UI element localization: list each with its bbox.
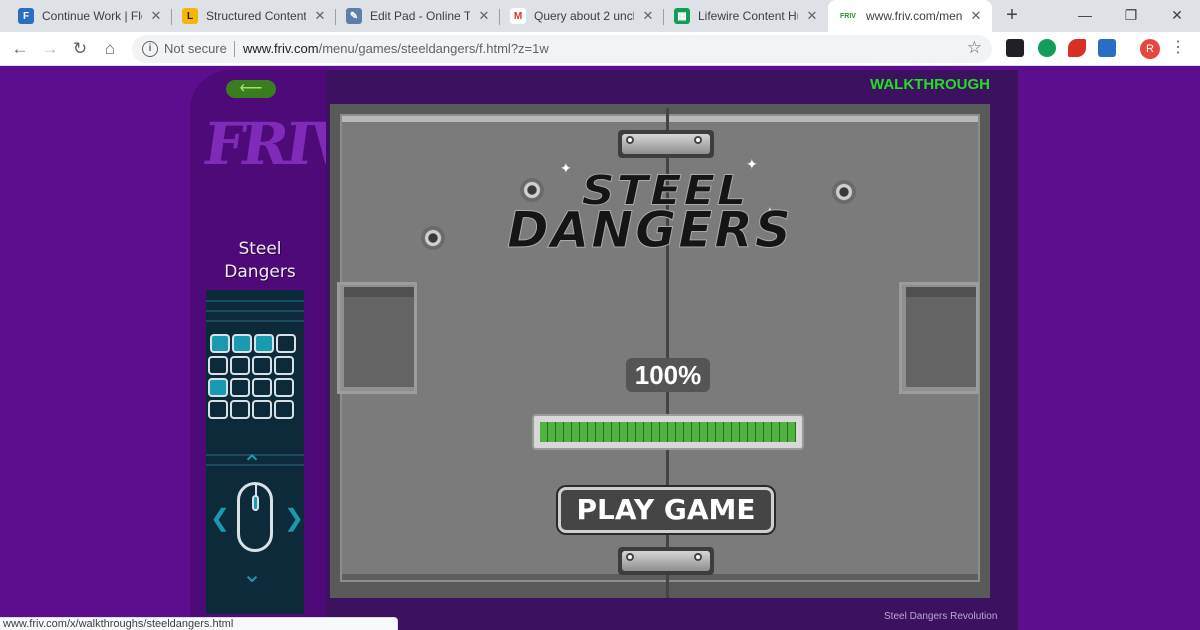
arrow-left-icon: ❮ — [210, 505, 231, 532]
profile-avatar[interactable]: R — [1140, 39, 1160, 59]
chrome-menu-icon[interactable]: ⋮ — [1168, 37, 1188, 61]
url-path: /menu/games/steeldangers/f.html?z=1w — [318, 41, 549, 56]
keyboard-icon — [208, 334, 302, 422]
minimize-button[interactable]: — — [1062, 0, 1108, 32]
forward-button[interactable]: → — [38, 37, 62, 61]
play-game-button[interactable]: PLAY GAME — [558, 487, 774, 533]
tab-title: Lifewire Content Hul — [698, 9, 798, 23]
left-window — [337, 282, 417, 394]
status-bar-url: www.friv.com/x/walkthroughs/steeldangers… — [0, 617, 398, 630]
game-footer-label: Steel Dangers Revolution — [884, 611, 998, 622]
metal-plate-bottom — [618, 547, 714, 575]
game-title-line2: DANGERS — [507, 201, 793, 259]
close-icon[interactable]: ✕ — [640, 8, 656, 24]
close-icon[interactable]: ✕ — [148, 8, 164, 24]
arrow-down-icon: ⌄ — [242, 561, 263, 588]
back-arrow-icon[interactable]: ⟵ — [226, 80, 276, 98]
omnibox-divider — [234, 41, 235, 57]
pepper-extension-icon[interactable] — [1068, 39, 1086, 57]
lifewire-icon: L — [182, 8, 198, 24]
tab-title: Structured Content E — [206, 9, 306, 23]
metal-plate-top — [618, 130, 714, 158]
tab-title: Edit Pad - Online Tex — [370, 9, 470, 23]
tab-title: www.friv.com/menu/ — [866, 9, 962, 23]
security-label[interactable]: Not secure — [164, 41, 227, 56]
game-title: STEEL DANGERS — [500, 169, 840, 256]
close-icon[interactable]: ✕ — [968, 8, 984, 24]
flowwriter-extension-icon[interactable] — [1098, 39, 1116, 57]
tab-friv-active[interactable]: FRIV www.friv.com/menu/ ✕ — [828, 0, 992, 32]
tab-gmail[interactable]: M Query about 2 uncla ✕ — [500, 0, 664, 32]
game-name-line2: Dangers — [224, 262, 296, 282]
bookmark-star-icon[interactable]: ☆ — [967, 38, 982, 58]
loading-percent: 100% — [626, 358, 710, 392]
address-bar[interactable]: i Not secure www.friv.com/menu/games/ste… — [132, 35, 992, 63]
mouse-icon — [237, 482, 273, 552]
window-close-button[interactable]: ✕ — [1154, 0, 1200, 32]
editpad-icon: ✎ — [346, 8, 362, 24]
game-name-line1: Steel — [238, 239, 282, 259]
close-icon[interactable]: ✕ — [476, 8, 492, 24]
dark-extension-icon[interactable] — [1006, 39, 1024, 57]
friv-sidebar: ⟵ FRIV Steel Dangers ⌃ ❮ ❯ ⌄ — [190, 70, 354, 630]
friv-icon: FRIV — [838, 8, 858, 24]
tab-flowwriter[interactable]: F Continue Work | Flov ✕ — [8, 0, 172, 32]
new-tab-button[interactable]: + — [1000, 4, 1024, 28]
home-button[interactable]: ⌂ — [98, 37, 122, 61]
browser-toolbar: ← → ↻ ⌂ i Not secure www.friv.com/menu/g… — [0, 32, 1200, 66]
flowwriter-icon: F — [18, 8, 34, 24]
controls-panel: ⌃ ❮ ❯ ⌄ — [206, 290, 304, 614]
back-button[interactable]: ← — [8, 37, 32, 61]
tab-title: Query about 2 uncla — [534, 9, 634, 23]
close-icon[interactable]: ✕ — [312, 8, 328, 24]
close-icon[interactable]: ✕ — [804, 8, 820, 24]
gmail-icon: M — [510, 8, 526, 24]
tab-strip: F Continue Work | Flov ✕ L Structured Co… — [0, 0, 1200, 32]
divider — [206, 300, 304, 302]
divider — [206, 320, 304, 322]
tab-lifewire-hub[interactable]: ▦ Lifewire Content Hul ✕ — [664, 0, 828, 32]
tab-title: Continue Work | Flov — [42, 9, 142, 23]
tab-edit-pad[interactable]: ✎ Edit Pad - Online Tex ✕ — [336, 0, 500, 32]
info-icon[interactable]: i — [142, 41, 158, 57]
arrow-right-icon: ❯ — [284, 505, 305, 532]
url-text[interactable]: www.friv.com/menu/games/steeldangers/f.h… — [243, 41, 549, 56]
arrow-up-icon: ⌃ — [242, 451, 263, 478]
progress-fill — [540, 422, 796, 442]
walkthrough-link[interactable]: WALKTHROUGH — [870, 76, 990, 93]
reload-button[interactable]: ↻ — [68, 37, 92, 61]
right-window — [899, 282, 979, 394]
sheets-icon: ▦ — [674, 8, 690, 24]
loading-progress-bar — [532, 414, 804, 450]
divider — [206, 310, 304, 312]
url-domain: www.friv.com — [243, 41, 319, 56]
chat-extension-icon[interactable] — [1038, 39, 1056, 57]
tab-structured-content[interactable]: L Structured Content E ✕ — [172, 0, 336, 32]
restore-button[interactable]: ❐ — [1108, 0, 1154, 32]
game-title-line1: STEEL — [581, 165, 749, 215]
bullet-hole-icon — [421, 226, 445, 250]
game-name: Steel Dangers — [210, 238, 310, 284]
